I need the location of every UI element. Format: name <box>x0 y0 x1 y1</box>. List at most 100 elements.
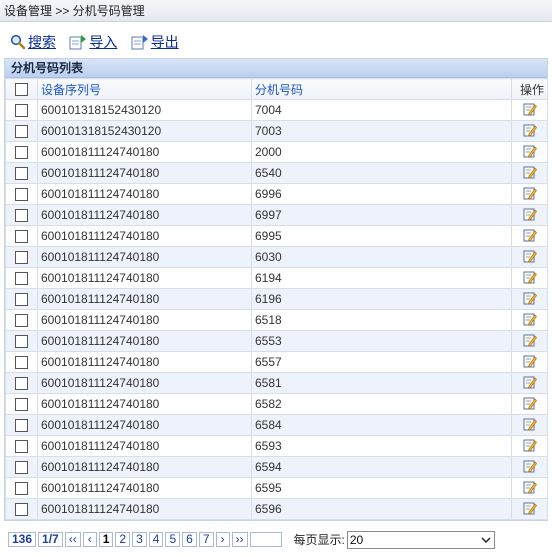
serial-cell: 600101811124740180 <box>37 309 252 331</box>
row-checkbox[interactable] <box>15 209 28 223</box>
table-row: 600101811124740180 6997 <box>5 204 548 226</box>
row-checkbox[interactable] <box>15 482 28 496</box>
per-page-select[interactable]: 20 <box>346 530 495 549</box>
edit-icon[interactable] <box>523 291 537 308</box>
page-2[interactable]: 2 <box>115 532 131 547</box>
extension-cell: 6594 <box>251 456 512 478</box>
search-button[interactable]: 搜索 <box>10 32 56 52</box>
extension-cell: 6553 <box>251 330 512 352</box>
row-checkbox[interactable] <box>15 503 28 517</box>
row-checkbox[interactable] <box>15 188 28 202</box>
edit-icon[interactable] <box>523 480 537 497</box>
page-info: 1/7 <box>38 532 63 547</box>
row-checkbox-cell <box>5 477 38 499</box>
extension-cell: 6995 <box>251 225 512 247</box>
edit-icon[interactable] <box>523 207 537 224</box>
export-label: 导出 <box>150 34 179 50</box>
serial-column-header[interactable]: 设备序列号 <box>37 78 252 100</box>
table-row: 600101811124740180 6582 <box>5 393 548 415</box>
page-1[interactable]: 1 <box>98 532 114 547</box>
edit-icon[interactable] <box>523 102 537 119</box>
operation-column-header: 操作 <box>511 78 548 100</box>
serial-cell: 600101811124740180 <box>37 498 252 520</box>
row-checkbox[interactable] <box>15 461 28 475</box>
edit-icon[interactable] <box>523 438 537 455</box>
row-checkbox[interactable] <box>15 419 28 433</box>
edit-icon[interactable] <box>523 459 537 476</box>
table-row: 600101811124740180 6194 <box>5 267 548 289</box>
page-4[interactable]: 4 <box>148 532 164 547</box>
row-checkbox-cell <box>5 225 38 247</box>
goto-page-input[interactable] <box>249 532 282 547</box>
row-checkbox[interactable] <box>15 125 28 139</box>
row-checkbox[interactable] <box>15 377 28 391</box>
table-row: 600101811124740180 6594 <box>5 456 548 478</box>
table-row: 600101811124740180 6584 <box>5 414 548 436</box>
pagination: 136 1/7 ‹‹ ‹ 1 2 3 4 5 6 7 › ›› 每页显示: 20 <box>8 530 495 549</box>
next-page-button[interactable]: › <box>215 532 230 547</box>
row-checkbox-cell <box>5 414 38 436</box>
extension-column-header[interactable]: 分机号码 <box>251 78 512 100</box>
extension-cell: 6584 <box>251 414 512 436</box>
import-button[interactable]: 导入 <box>69 32 117 52</box>
row-checkbox[interactable] <box>15 230 28 244</box>
row-checkbox[interactable] <box>15 251 28 265</box>
row-checkbox-cell <box>5 99 38 121</box>
table-row: 600101811124740180 6996 <box>5 183 548 205</box>
operation-cell <box>511 225 548 247</box>
row-checkbox-cell <box>5 456 38 478</box>
edit-icon[interactable] <box>523 228 537 245</box>
row-checkbox-cell <box>5 183 38 205</box>
table-row: 600101318152430120 7004 <box>5 99 548 121</box>
serial-cell: 600101811124740180 <box>37 225 252 247</box>
prev-page-button[interactable]: ‹ <box>82 532 97 547</box>
chevron-down-icon <box>481 536 491 543</box>
edit-icon[interactable] <box>523 501 537 518</box>
edit-icon[interactable] <box>523 417 537 434</box>
edit-icon[interactable] <box>523 186 537 203</box>
serial-cell: 600101811124740180 <box>37 372 252 394</box>
row-checkbox[interactable] <box>15 314 28 328</box>
row-checkbox[interactable] <box>15 335 28 349</box>
table-row: 600101811124740180 6030 <box>5 246 548 268</box>
row-checkbox[interactable] <box>15 272 28 286</box>
row-checkbox[interactable] <box>15 398 28 412</box>
page-5[interactable]: 5 <box>165 532 181 547</box>
row-checkbox-cell <box>5 267 38 289</box>
table-row: 600101811124740180 6596 <box>5 498 548 520</box>
row-checkbox[interactable] <box>15 356 28 370</box>
edit-icon[interactable] <box>523 144 537 161</box>
row-checkbox[interactable] <box>15 167 28 181</box>
first-page-button[interactable]: ‹‹ <box>64 532 81 547</box>
import-label: 导入 <box>89 34 118 50</box>
edit-icon[interactable] <box>523 249 537 266</box>
export-button[interactable]: 导出 <box>131 32 179 52</box>
edit-icon[interactable] <box>523 270 537 287</box>
edit-icon[interactable] <box>523 396 537 413</box>
row-checkbox[interactable] <box>15 293 28 307</box>
operation-cell <box>511 204 548 226</box>
page-7[interactable]: 7 <box>198 532 214 547</box>
page-3[interactable]: 3 <box>132 532 147 547</box>
edit-icon[interactable] <box>523 354 537 371</box>
extension-cell: 6194 <box>251 267 512 289</box>
last-page-button[interactable]: ›› <box>231 532 248 547</box>
table-row: 600101811124740180 6593 <box>5 435 548 457</box>
edit-icon[interactable] <box>523 333 537 350</box>
select-all-checkbox[interactable] <box>15 83 28 97</box>
row-checkbox[interactable] <box>15 146 28 160</box>
operation-cell <box>511 330 548 352</box>
serial-cell: 600101811124740180 <box>37 330 252 352</box>
import-icon <box>69 35 87 50</box>
page-6[interactable]: 6 <box>182 532 197 547</box>
total-count: 136 <box>8 532 37 547</box>
row-checkbox-cell <box>5 309 38 331</box>
edit-icon[interactable] <box>523 375 537 392</box>
edit-icon[interactable] <box>523 123 537 140</box>
operation-cell <box>511 183 548 205</box>
extension-cell: 6997 <box>251 204 512 226</box>
edit-icon[interactable] <box>523 165 537 182</box>
row-checkbox[interactable] <box>15 104 28 118</box>
row-checkbox[interactable] <box>15 440 28 454</box>
edit-icon[interactable] <box>523 312 537 329</box>
